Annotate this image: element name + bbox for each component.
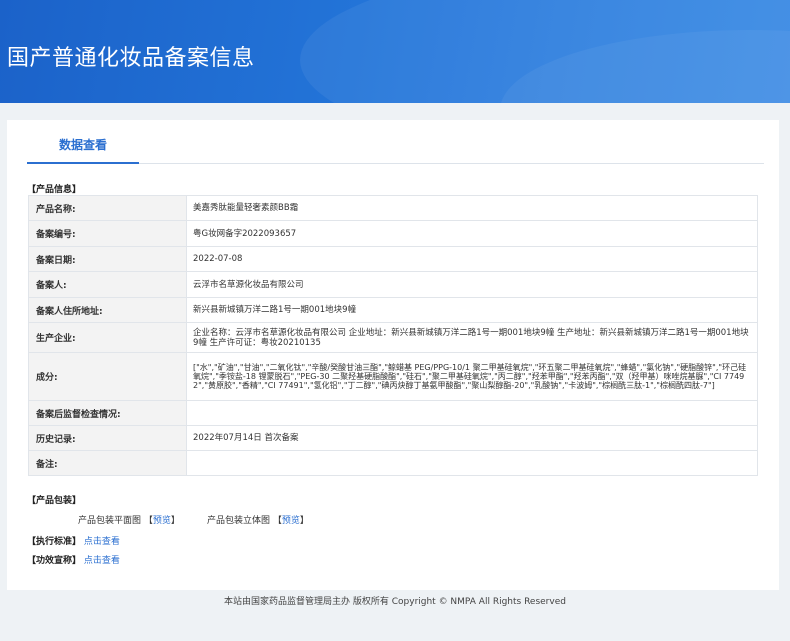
table-row: 生产企业: 企业名称：云浮市名草源化妆品有限公司 企业地址：新兴县新城镇万洋二路… bbox=[28, 322, 758, 353]
row-value: ["水","矿油","甘油","二氧化钛","辛酸/癸酸甘油三酯","鲸蜡基 P… bbox=[186, 352, 758, 401]
packaging-solid-label: 产品包装立体图 bbox=[207, 516, 271, 526]
table-row: 备案人住所地址: 新兴县新城镇万洋二路1号一期001地块9幢 bbox=[28, 297, 758, 323]
footer-copyright: 本站由国家药品监督管理局主办 版权所有 Copyright © NMPA All… bbox=[224, 597, 566, 607]
row-key: 备案人住所地址: bbox=[28, 297, 187, 323]
tab-bar: 数据查看 bbox=[27, 120, 764, 164]
table-row: 产品名称: 美嘉秀肽能量轻奢素颜BB霜 bbox=[28, 195, 758, 221]
claims-row: 【功效宣称】 点击查看 bbox=[27, 553, 120, 566]
claims-label: 【功效宣称】 bbox=[27, 556, 82, 566]
row-key: 历史记录: bbox=[28, 425, 187, 451]
packaging-flat-label: 产品包装平面图 bbox=[78, 516, 142, 526]
tab-data-view[interactable]: 数据查看 bbox=[27, 120, 139, 164]
claims-view-link[interactable]: 点击查看 bbox=[84, 556, 120, 566]
header-banner: 国产普通化妆品备案信息 bbox=[0, 0, 790, 103]
standard-row: 【执行标准】 点击查看 bbox=[27, 534, 120, 547]
packaging-title: 【产品包装】 bbox=[27, 496, 82, 506]
row-key: 成分: bbox=[28, 352, 187, 401]
row-value bbox=[186, 450, 758, 476]
table-row: 成分: ["水","矿油","甘油","二氧化钛","辛酸/癸酸甘油三酯","鲸… bbox=[28, 352, 758, 401]
page-title: 国产普通化妆品备案信息 bbox=[7, 46, 255, 71]
packaging-solid: 产品包装立体图 【预览】 bbox=[207, 516, 309, 526]
row-value: 粤G妆网备字2022093657 bbox=[186, 220, 758, 247]
row-key: 备案编号: bbox=[28, 220, 187, 247]
packaging-flat-preview-link[interactable]: 预览 bbox=[153, 516, 171, 526]
row-value: 美嘉秀肽能量轻奢素颜BB霜 bbox=[186, 195, 758, 221]
content-card: 数据查看 【产品信息】 产品名称: 美嘉秀肽能量轻奢素颜BB霜 备案编号: 粤G… bbox=[7, 120, 779, 590]
table-row: 备案后监督检查情况: bbox=[28, 400, 758, 426]
row-key: 生产企业: bbox=[28, 322, 187, 353]
row-value: 2022-07-08 bbox=[186, 246, 758, 272]
row-key: 备案人: bbox=[28, 271, 187, 298]
row-value: 云浮市名草源化妆品有限公司 bbox=[186, 271, 758, 298]
row-key: 备注: bbox=[28, 450, 187, 476]
table-row: 备注: bbox=[28, 450, 758, 476]
standard-label: 【执行标准】 bbox=[27, 537, 82, 547]
packaging-flat: 产品包装平面图 【预览】 bbox=[78, 516, 180, 526]
row-value: 企业名称：云浮市名草源化妆品有限公司 企业地址：新兴县新城镇万洋二路1号一期00… bbox=[186, 322, 758, 353]
row-key: 备案后监督检查情况: bbox=[28, 400, 187, 426]
row-key: 产品名称: bbox=[28, 195, 187, 221]
row-value: 新兴县新城镇万洋二路1号一期001地块9幢 bbox=[186, 297, 758, 323]
row-key: 备案日期: bbox=[28, 246, 187, 272]
product-info-table: 产品名称: 美嘉秀肽能量轻奢素颜BB霜 备案编号: 粤G妆网备字20220936… bbox=[28, 195, 758, 476]
row-value bbox=[186, 400, 758, 426]
table-row: 备案人: 云浮市名草源化妆品有限公司 bbox=[28, 271, 758, 298]
standard-view-link[interactable]: 点击查看 bbox=[84, 537, 120, 547]
table-row: 历史记录: 2022年07月14日 首次备案 bbox=[28, 425, 758, 451]
row-value: 2022年07月14日 首次备案 bbox=[186, 425, 758, 451]
table-row: 备案日期: 2022-07-08 bbox=[28, 246, 758, 272]
packaging-solid-preview-link[interactable]: 预览 bbox=[282, 516, 300, 526]
product-info-title: 【产品信息】 bbox=[27, 185, 82, 195]
table-row: 备案编号: 粤G妆网备字2022093657 bbox=[28, 220, 758, 247]
